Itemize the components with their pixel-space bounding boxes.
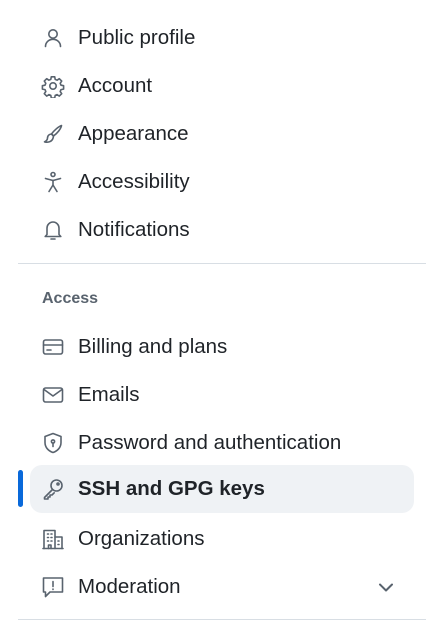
sidebar-item-label: Billing and plans — [78, 335, 228, 358]
divider — [18, 619, 426, 620]
report-icon — [41, 575, 65, 599]
sidebar-item-label: Organizations — [78, 527, 205, 550]
sidebar-item-moderation[interactable]: Moderation — [30, 563, 414, 611]
credit-card-icon — [41, 335, 65, 359]
sidebar-item-organizations[interactable]: Organizations — [30, 515, 414, 563]
bell-icon — [41, 218, 65, 242]
settings-sidebar: Public profile Account Appearance Access… — [0, 0, 445, 622]
sidebar-item-billing[interactable]: Billing and plans — [30, 323, 414, 371]
mail-icon — [41, 383, 65, 407]
chevron-down-icon[interactable] — [374, 575, 398, 599]
organization-icon — [41, 527, 65, 551]
gear-icon — [41, 74, 65, 98]
key-icon — [41, 477, 65, 501]
sidebar-item-label: Public profile — [78, 26, 196, 49]
sidebar-item-label: Emails — [78, 383, 140, 406]
sidebar-item-emails[interactable]: Emails — [30, 371, 414, 419]
sidebar-item-password-authentication[interactable]: Password and authentication — [30, 419, 414, 467]
shield-lock-icon — [41, 431, 65, 455]
sidebar-item-appearance[interactable]: Appearance — [30, 110, 414, 158]
active-indicator — [18, 470, 23, 507]
sidebar-item-public-profile[interactable]: Public profile — [30, 14, 414, 62]
sidebar-item-label: Account — [78, 74, 153, 97]
person-icon — [41, 26, 65, 50]
sidebar-item-label: Accessibility — [78, 170, 190, 193]
sidebar-item-label: SSH and GPG keys — [78, 477, 265, 500]
divider — [18, 263, 426, 264]
section-heading-access: Access — [42, 290, 99, 307]
sidebar-item-label: Moderation — [78, 575, 181, 598]
sidebar-item-ssh-gpg-keys[interactable]: SSH and GPG keys — [30, 465, 414, 513]
paintbrush-icon — [41, 122, 65, 146]
sidebar-item-label: Appearance — [78, 122, 189, 145]
sidebar-item-label: Password and authentication — [78, 431, 342, 454]
sidebar-item-label: Notifications — [78, 218, 190, 241]
sidebar-item-accessibility[interactable]: Accessibility — [30, 158, 414, 206]
sidebar-item-account[interactable]: Account — [30, 62, 414, 110]
accessibility-icon — [41, 170, 65, 194]
sidebar-item-notifications[interactable]: Notifications — [30, 206, 414, 254]
